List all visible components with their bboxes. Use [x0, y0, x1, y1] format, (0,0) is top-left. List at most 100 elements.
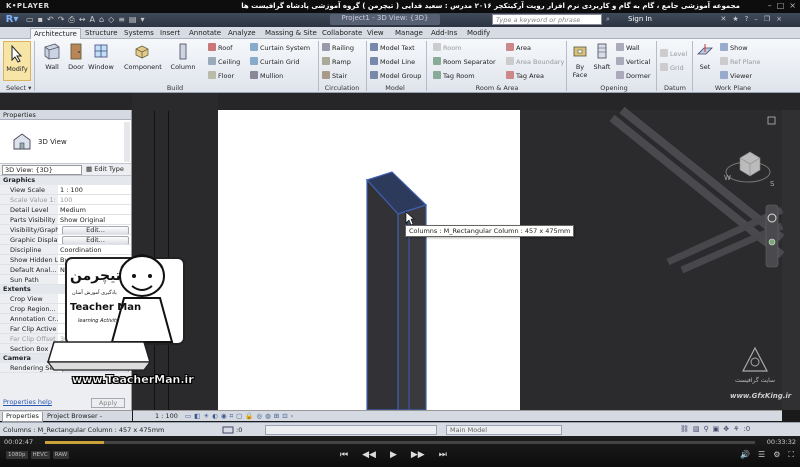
settings-icon[interactable]: ⚙ [773, 450, 780, 460]
property-value[interactable]: Medium [58, 205, 131, 214]
crop-region-icon[interactable]: ▢ [236, 412, 242, 421]
print-icon[interactable]: ⎙ [68, 15, 74, 25]
shaft-button[interactable]: Shaft [590, 42, 614, 71]
edit-type-button[interactable]: ▦ Edit Type [86, 165, 124, 173]
next-icon[interactable]: ⏭ [439, 450, 447, 460]
sun-path-icon[interactable]: ☀ [203, 412, 209, 421]
tab-modify[interactable]: Modify [464, 28, 493, 39]
visual-style-icon[interactable]: ◧ [194, 412, 200, 421]
grid-button[interactable]: Grid [660, 63, 684, 73]
curtain-system-button[interactable]: Curtain System [250, 43, 310, 53]
floor-button[interactable]: Floor [208, 71, 234, 81]
select-links-icon[interactable]: ⛓ [680, 425, 689, 433]
minimize-icon[interactable]: – [768, 1, 772, 10]
tab-view[interactable]: View [364, 28, 387, 39]
tab-insert[interactable]: Insert [157, 28, 183, 39]
room-area-panel-label[interactable]: Room & Area [462, 84, 532, 92]
tag-room-button[interactable]: Tag Room [433, 71, 475, 81]
section-icon[interactable]: ◇ [108, 15, 114, 25]
select-underlay-icon[interactable]: ▧ [693, 425, 700, 433]
tab-add-ins[interactable]: Add-Ins [428, 28, 460, 39]
ramp-button[interactable]: Ramp [322, 57, 351, 67]
stair-button[interactable]: Stair [322, 71, 347, 81]
tab-project-browser[interactable]: Project Browser - Project1 [44, 412, 132, 429]
component-button[interactable]: Component [124, 42, 162, 71]
model-line-button[interactable]: Model Line [370, 57, 415, 67]
close-icon[interactable]: × [789, 1, 796, 10]
room-separator-button[interactable]: Room Separator [433, 57, 496, 67]
tab-systems[interactable]: Systems [121, 28, 157, 39]
properties-help-link[interactable]: Properties help [3, 398, 52, 406]
redo-icon[interactable]: ↷ [58, 15, 65, 25]
viewer-button[interactable]: Viewer [720, 71, 752, 81]
shadows-icon[interactable]: ◐ [212, 412, 218, 421]
help-icon[interactable]: ? [745, 15, 749, 23]
mullion-button[interactable]: Mullion [250, 71, 283, 81]
search-icon[interactable]: ⌕ [606, 15, 610, 24]
tab-architecture[interactable]: Architecture [30, 28, 81, 39]
save-icon[interactable]: ▪ [38, 15, 43, 25]
type-selector[interactable]: 3D View [0, 120, 131, 164]
tab-manage[interactable]: Manage [392, 28, 426, 39]
crop-icon[interactable]: ⌗ [229, 412, 233, 421]
filter-count-icon[interactable]: :0 [743, 425, 750, 433]
lock-view-icon[interactable]: 🔒 [245, 412, 253, 421]
undo-icon[interactable]: ↶ [47, 15, 54, 25]
3d-view-icon[interactable]: ⌂ [99, 15, 104, 25]
edit-button[interactable]: Edit... [62, 226, 129, 234]
instance-selector-dropdown[interactable]: 3D View: {3D} [2, 165, 82, 175]
wall-opening-button[interactable]: Wall [616, 43, 640, 53]
maximize-icon[interactable]: □ [777, 1, 785, 10]
group-graphics[interactable]: Graphics [0, 176, 131, 185]
tag-area-button[interactable]: Tag Area [506, 71, 544, 81]
tab-annotate[interactable]: Annotate [186, 28, 224, 39]
fast-forward-icon[interactable]: ▶▶ [411, 450, 425, 460]
measure-icon[interactable]: ↔ [79, 15, 86, 25]
exchange-icon[interactable]: ✕ [720, 15, 726, 23]
revit-application-menu-icon[interactable]: R▾ [3, 14, 21, 26]
window-restore-icon[interactable]: ❐ [764, 15, 770, 23]
drag-elements-icon[interactable]: ✥ [723, 425, 729, 433]
view-scale[interactable]: 1 : 100 [155, 412, 178, 420]
tab-properties[interactable]: Properties [2, 412, 43, 422]
reveal-hidden-icon[interactable]: ◍ [265, 412, 271, 421]
railing-button[interactable]: Railing [322, 43, 354, 53]
star-icon[interactable]: ★ [732, 15, 738, 23]
area-button[interactable]: Area [506, 43, 531, 53]
open-icon[interactable]: ▭ [26, 15, 34, 25]
close-hidden-icon[interactable]: ▤ [129, 15, 137, 25]
analytical-icon[interactable]: ⊡ [282, 412, 287, 421]
by-face-button[interactable]: By Face [568, 42, 592, 79]
property-value[interactable]: 100 [58, 195, 131, 204]
ref-plane-button[interactable]: Ref Plane [720, 57, 760, 67]
highlight-icon[interactable]: › [291, 412, 294, 421]
set-workplane-button[interactable]: Set [694, 42, 716, 71]
window-minimize-icon[interactable]: – [754, 15, 758, 23]
window-button[interactable]: Window [86, 42, 116, 71]
property-value[interactable]: Edit... [58, 225, 131, 234]
modify-button[interactable]: Modify [3, 41, 31, 81]
filter-icon[interactable]: ⚘ [733, 425, 739, 433]
type-selector-scrollbar[interactable] [124, 122, 130, 162]
property-value[interactable]: Show Original [58, 215, 131, 224]
rewind-icon[interactable]: ◀◀ [362, 450, 376, 460]
ceiling-button[interactable]: Ceiling [208, 57, 240, 67]
playlist-icon[interactable]: ☰ [758, 450, 765, 460]
timeline-scrubber[interactable] [45, 441, 755, 444]
vertical-opening-button[interactable]: Vertical [616, 57, 650, 67]
roof-button[interactable]: Roof [208, 43, 232, 53]
select-by-face-icon[interactable]: ▣ [713, 425, 720, 433]
design-options-field[interactable] [265, 425, 437, 435]
dormer-button[interactable]: Dormer [616, 71, 651, 81]
help-search-input[interactable]: Type a keyword or phrase [492, 14, 602, 25]
property-value[interactable]: 1 : 100 [58, 185, 131, 194]
player-logo[interactable]: K•PLAYER [6, 2, 49, 10]
select-pinned-icon[interactable]: ⚲ [704, 425, 709, 433]
text-icon[interactable]: A [90, 15, 95, 25]
viewport-canvas[interactable] [218, 110, 520, 410]
window-close-icon[interactable]: × [776, 15, 782, 23]
apply-button[interactable]: Apply [91, 398, 125, 408]
sign-in-button[interactable]: Sign In [628, 15, 652, 23]
worksharing-icon[interactable]: ⊞ [274, 412, 279, 421]
select-panel-label[interactable]: Select ▾ [6, 84, 31, 92]
